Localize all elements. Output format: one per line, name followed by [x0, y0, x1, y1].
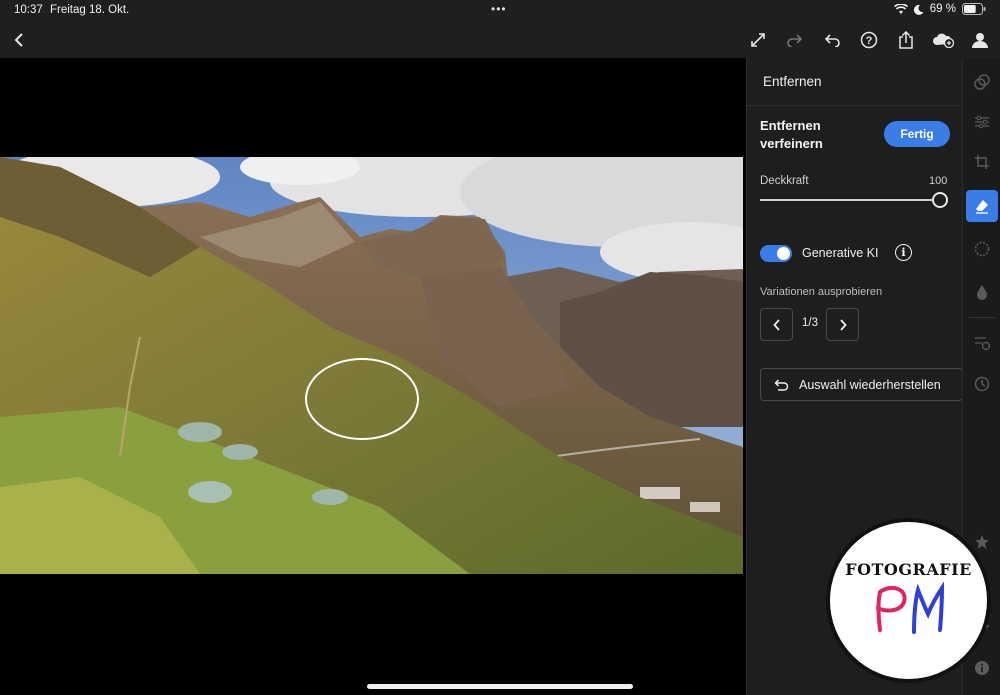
variation-count: 1/3 [802, 317, 818, 329]
image-canvas[interactable] [0, 58, 746, 695]
restore-selection-label: Auswahl wiederherstellen [799, 377, 941, 392]
pm-monogram [876, 581, 945, 634]
watermark-logo: FOTOGRAFIE [826, 518, 991, 683]
status-bar: 10:37 Freitag 18. Okt. ••• 69 % [0, 0, 1000, 22]
landscape-photo[interactable] [0, 157, 743, 574]
reset-icon [774, 378, 789, 391]
app-window: 10:37 Freitag 18. Okt. ••• 69 % ? Entfer… [0, 0, 1000, 695]
redo-icon[interactable] [782, 27, 808, 53]
variations-label: Variationen ausprobieren [760, 286, 883, 298]
status-date: Freitag 18. Okt. [50, 4, 130, 16]
rail-divider [969, 317, 995, 318]
generative-ai-label: Generative KI [802, 246, 879, 260]
fullscreen-icon[interactable] [745, 27, 771, 53]
remove-icon[interactable] [966, 190, 998, 222]
next-variation-button[interactable] [826, 308, 859, 341]
multitask-dots-icon[interactable]: ••• [491, 2, 507, 16]
opacity-value: 100 [929, 175, 948, 187]
opacity-slider-thumb[interactable] [932, 192, 948, 208]
cloud-sync-icon[interactable] [930, 27, 956, 53]
status-time: 10:37 [14, 4, 43, 16]
wifi-icon [893, 3, 908, 14]
info-icon[interactable]: i [895, 244, 912, 261]
opacity-label: Deckkraft [760, 175, 809, 187]
toggle-knob [777, 247, 790, 260]
opacity-slider-track[interactable] [760, 199, 932, 201]
chevron-right-icon [839, 318, 847, 331]
presets-icon[interactable] [966, 66, 998, 98]
share-icon[interactable] [893, 27, 919, 53]
adjust-icon[interactable] [966, 106, 998, 138]
profile-icon[interactable] [967, 27, 993, 53]
chevron-left-icon [772, 318, 780, 331]
back-icon[interactable] [6, 27, 32, 53]
restore-selection-button[interactable]: Auswahl wiederherstellen [760, 368, 963, 401]
healing-icon[interactable] [966, 276, 998, 308]
svg-text:?: ? [866, 35, 873, 47]
refine-label: Entfernen verfeinern [760, 118, 823, 151]
crop-icon[interactable] [966, 146, 998, 178]
panel-header: Entfernen [747, 58, 963, 106]
status-indicators: 69 % [893, 3, 986, 15]
masking-icon[interactable] [966, 233, 998, 265]
top-toolbar: ? [0, 22, 1000, 58]
battery-icon [962, 3, 986, 15]
done-button[interactable]: Fertig [884, 121, 950, 147]
versions-icon[interactable] [966, 326, 998, 358]
previous-variation-button[interactable] [760, 308, 793, 341]
generative-ai-toggle[interactable] [760, 245, 792, 262]
panel-title: Entfernen [763, 74, 822, 89]
home-indicator[interactable] [367, 684, 633, 689]
undo-icon[interactable] [819, 27, 845, 53]
moon-icon [913, 4, 924, 15]
history-icon[interactable] [966, 368, 998, 400]
help-icon[interactable]: ? [856, 27, 882, 53]
battery-percent: 69 % [929, 3, 956, 15]
